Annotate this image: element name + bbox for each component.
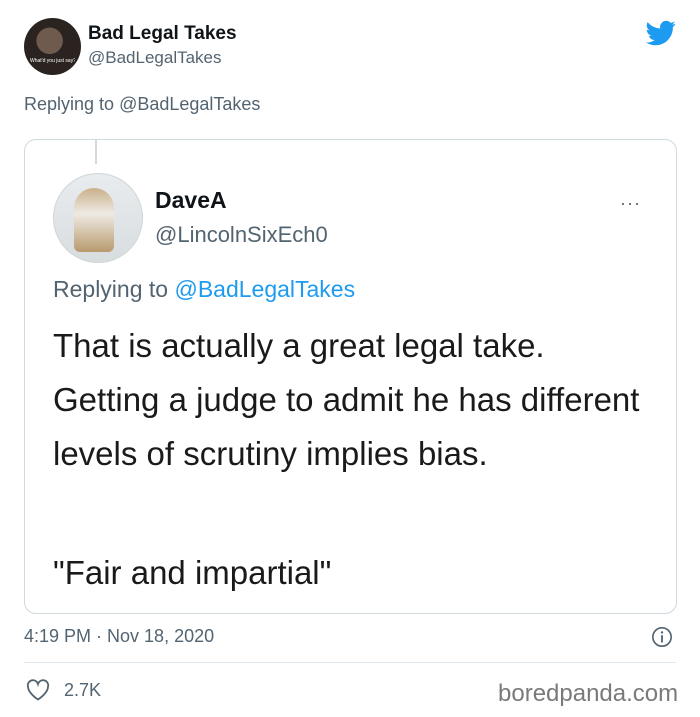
avatar-caption: What'd you just say? bbox=[30, 58, 75, 64]
replying-to: Replying to @BadLegalTakes bbox=[24, 94, 260, 115]
tweet-timestamp[interactable]: 4:19 PM · Nov 18, 2020 bbox=[24, 626, 214, 647]
more-icon[interactable]: ··· bbox=[620, 193, 641, 214]
footer-divider bbox=[24, 662, 676, 663]
info-icon[interactable] bbox=[651, 626, 673, 648]
quoted-replying-to: Replying to @BadLegalTakes bbox=[53, 276, 355, 303]
boredpanda-watermark: boredpanda.com bbox=[498, 680, 679, 707]
thread-line bbox=[95, 139, 97, 164]
author-handle[interactable]: @BadLegalTakes bbox=[88, 48, 222, 68]
replying-to-mention[interactable]: @BadLegalTakes bbox=[119, 94, 260, 114]
replying-to-prefix: Replying to bbox=[24, 94, 120, 114]
quoted-avatar[interactable] bbox=[53, 173, 143, 263]
heart-icon[interactable] bbox=[26, 679, 50, 701]
author-name[interactable]: Bad Legal Takes bbox=[88, 23, 237, 45]
like-count[interactable]: 2.7K bbox=[64, 680, 101, 701]
avatar-artwork bbox=[74, 188, 114, 252]
quoted-author-name[interactable]: DaveA bbox=[155, 187, 227, 214]
quoted-tweet-text: That is actually a great legal take. Get… bbox=[53, 327, 640, 472]
author-avatar[interactable]: What'd you just say? bbox=[24, 18, 81, 75]
quoted-replying-prefix: Replying to bbox=[53, 276, 175, 302]
quoted-replying-mention[interactable]: @BadLegalTakes bbox=[174, 276, 355, 302]
quoted-author-handle[interactable]: @LincolnSixEch0 bbox=[155, 222, 328, 248]
quoted-tweet-quote: "Fair and impartial" bbox=[53, 554, 332, 591]
twitter-bird-icon[interactable] bbox=[645, 18, 677, 48]
